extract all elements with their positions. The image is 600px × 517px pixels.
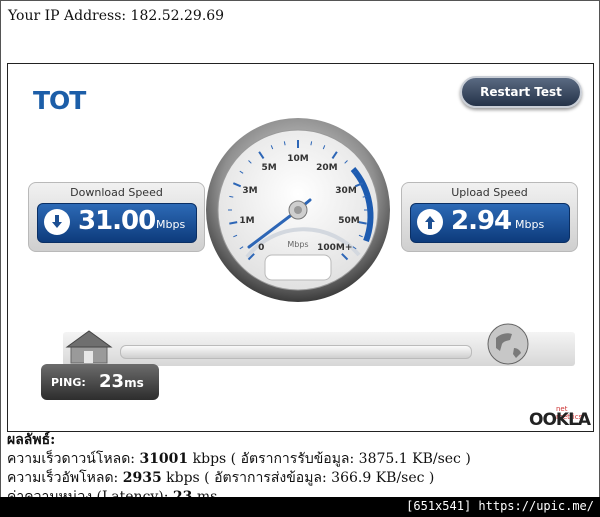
gauge-label: 20M bbox=[316, 163, 338, 173]
arrow-up-icon bbox=[417, 209, 443, 235]
gauge-hub-center bbox=[294, 206, 302, 214]
progress-bar bbox=[120, 345, 472, 359]
upload-title: Upload Speed bbox=[451, 186, 528, 199]
download-title: Download Speed bbox=[70, 186, 163, 199]
ping-label: PING: bbox=[51, 376, 86, 389]
ookla-logo: OOKLA bbox=[529, 410, 591, 430]
footer-bar: [651x541] https://upic.me/ bbox=[0, 497, 600, 517]
gauge-readout bbox=[264, 254, 332, 281]
ping-unit: ms bbox=[124, 376, 144, 390]
results-section: ผลลัพธ์: ความเร็วดาวน์โหลด: 31001 kbps (… bbox=[7, 431, 471, 507]
gauge-label: 50M bbox=[338, 216, 360, 226]
ping-value: 23 bbox=[99, 371, 125, 392]
gauge-label: 1M bbox=[239, 216, 254, 226]
ip-address: Your IP Address: 182.52.29.69 bbox=[8, 8, 225, 24]
results-upload: ความเร็วอัพโหลด: 2935 kbps ( อัตราการส่ง… bbox=[7, 470, 435, 486]
gauge-unit: Mbps bbox=[287, 240, 308, 249]
footer-text: [651x541] https://upic.me/ bbox=[406, 499, 594, 513]
gauge-label: 3M bbox=[242, 186, 257, 196]
tot-logo: TOT bbox=[33, 86, 86, 115]
upload-box: 2.94 Mbps bbox=[410, 203, 570, 243]
download-panel: Download Speed 31.00 Mbps bbox=[28, 182, 205, 252]
gauge-label: 0 bbox=[258, 243, 264, 253]
upload-panel: Upload Speed 2.94 Mbps bbox=[401, 182, 578, 252]
arrow-down-icon bbox=[44, 209, 70, 235]
download-value: 31.00 bbox=[78, 206, 156, 236]
restart-test-button[interactable]: Restart Test bbox=[460, 76, 582, 108]
gauge-label: 30M bbox=[335, 186, 357, 196]
gauge-label: 10M bbox=[287, 154, 309, 164]
upload-value: 2.94 bbox=[451, 206, 512, 236]
speed-gauge: 0 1M 3M 5M 10M 20M 30M 50M 100M+ Mbps bbox=[206, 118, 390, 302]
ping-value-group: 23ms bbox=[99, 371, 144, 392]
gauge-label: 100M+ bbox=[317, 243, 352, 253]
results-heading: ผลลัพธ์: bbox=[7, 432, 56, 448]
house-icon bbox=[65, 330, 113, 364]
download-unit: Mbps bbox=[156, 218, 186, 231]
globe-icon bbox=[487, 323, 529, 365]
results-download: ความเร็วดาวน์โหลด: 31001 kbps ( อัตราการ… bbox=[7, 451, 471, 467]
speedtest-app: TOT Restart Test Download Speed 31.00 Mb… bbox=[7, 63, 594, 432]
download-box: 31.00 Mbps bbox=[37, 203, 197, 243]
gauge-label: 5M bbox=[262, 163, 277, 173]
upload-unit: Mbps bbox=[515, 218, 545, 231]
ping-panel: PING: 23ms bbox=[41, 364, 159, 400]
